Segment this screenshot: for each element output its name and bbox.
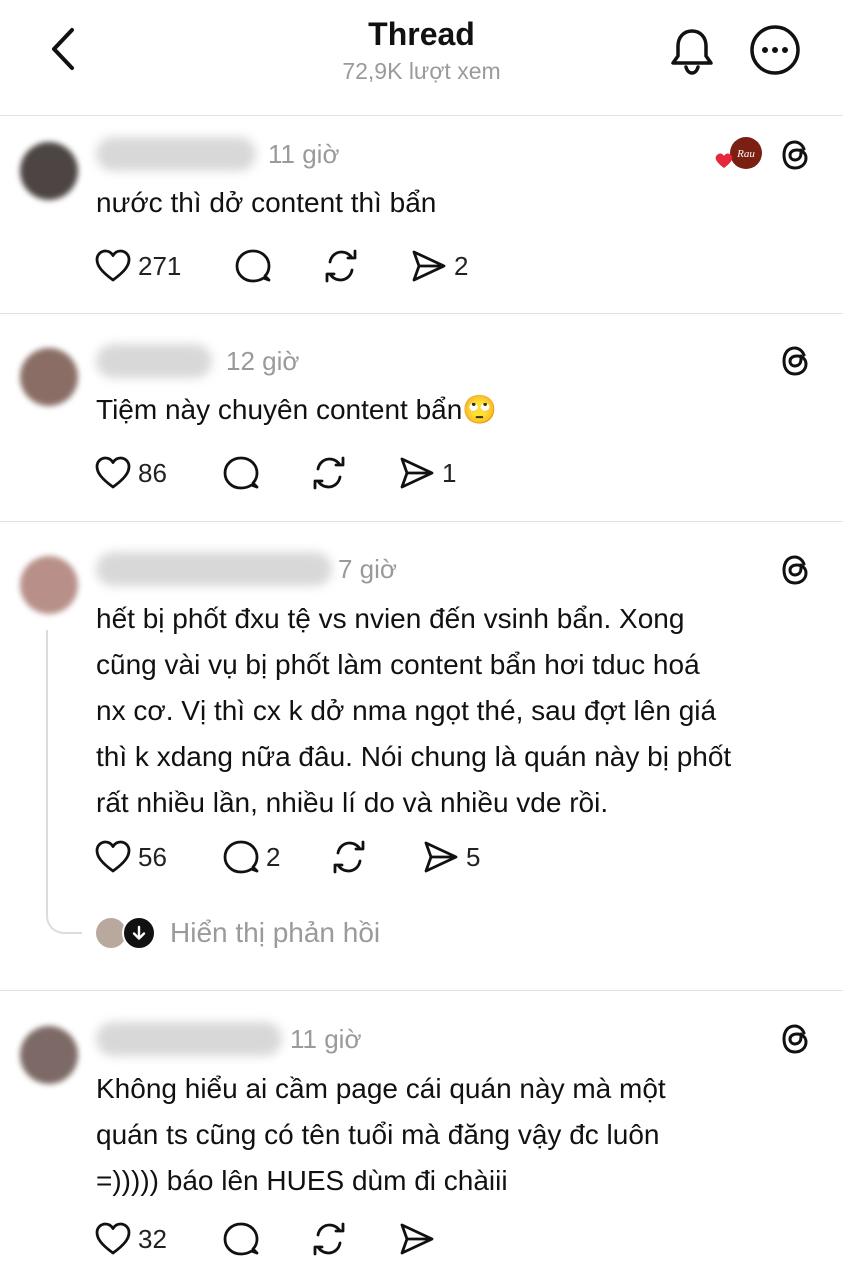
comment-divider [0,990,843,991]
timestamp: 11 giờ [268,139,340,169]
avatar[interactable] [20,556,78,614]
share-button[interactable]: 2 [410,246,468,286]
avatar[interactable] [20,348,78,406]
repost-button[interactable] [322,246,366,286]
thread-line [46,630,48,908]
more-options-button[interactable] [747,22,803,78]
threads-logo-icon[interactable] [778,137,814,173]
header-divider [0,115,843,116]
like-count: 271 [138,250,182,281]
avatar[interactable] [20,142,78,200]
show-replies-label: Hiển thị phản hồi [170,917,381,948]
reply-button[interactable] [222,453,266,493]
repost-button[interactable] [310,1219,354,1259]
comment-divider [0,313,843,314]
more-icon [750,25,800,75]
comment-text: Không hiểu ai cầm page cái quán này mà m… [96,1073,666,1196]
repost-icon [325,249,357,283]
comment-divider [0,521,843,522]
reply-count: 2 [266,841,281,872]
repost-icon [333,840,365,874]
like-button[interactable]: 56 [94,837,167,877]
share-count: 5 [466,841,481,872]
reply-button[interactable] [234,246,278,286]
comment-icon [223,456,259,490]
arrow-down-icon [122,916,156,950]
threads-logo-icon[interactable] [778,1021,814,1057]
timestamp: 11 giờ [290,1024,362,1054]
username-blurred[interactable] [96,137,256,171]
send-icon [424,841,458,873]
comment-text: Tiệm này chuyên content bẩn🙄 [96,394,498,425]
bell-icon [671,29,713,75]
show-replies-button[interactable]: Hiển thị phản hồi [94,913,380,953]
like-button[interactable]: 271 [94,246,181,286]
timestamp: 12 giờ [226,346,300,376]
repost-icon [313,1222,345,1256]
comment-icon [223,1222,259,1256]
thread-line-curve [46,906,82,934]
like-button[interactable]: 32 [94,1219,167,1259]
comment-icon [223,840,259,874]
like-count: 56 [138,841,167,872]
send-icon [400,1223,434,1255]
heart-icon [95,1222,131,1255]
comment-text: nước thì dở content thì bẩn [96,187,437,218]
avatar[interactable] [20,1026,78,1084]
like-count: 86 [138,457,167,488]
heart-icon [95,249,131,282]
share-count: 1 [442,457,457,488]
share-count: 2 [454,250,469,281]
share-button[interactable]: 5 [422,837,480,877]
repost-button[interactable] [310,453,354,493]
threads-logo-icon[interactable] [778,552,814,588]
send-icon [400,457,434,489]
heart-icon [95,456,131,489]
username-blurred[interactable] [96,1022,282,1056]
timestamp: 7 giờ [338,554,397,584]
notification-button[interactable] [664,22,720,78]
liked-by-author-icon: Rau [715,137,762,169]
like-button[interactable]: 86 [94,453,167,493]
comment-icon [235,249,271,283]
reply-button[interactable] [222,1219,266,1259]
send-icon [412,250,446,282]
top-bar: Thread 72,9K lượt xem [0,0,843,115]
reply-button[interactable]: 2 [222,837,280,877]
comment-text: hết bị phốt đxu tệ vs nvien đến vsinh bẩ… [96,603,732,818]
share-button[interactable] [398,1219,442,1259]
threads-logo-icon[interactable] [778,343,814,379]
username-blurred[interactable] [96,344,212,378]
username-blurred[interactable] [96,552,332,586]
repost-icon [313,456,345,490]
heart-icon [95,840,131,873]
share-button[interactable]: 1 [398,453,456,493]
like-count: 32 [138,1223,167,1254]
svg-text:Rau: Rau [736,148,755,160]
repost-button[interactable] [330,837,374,877]
